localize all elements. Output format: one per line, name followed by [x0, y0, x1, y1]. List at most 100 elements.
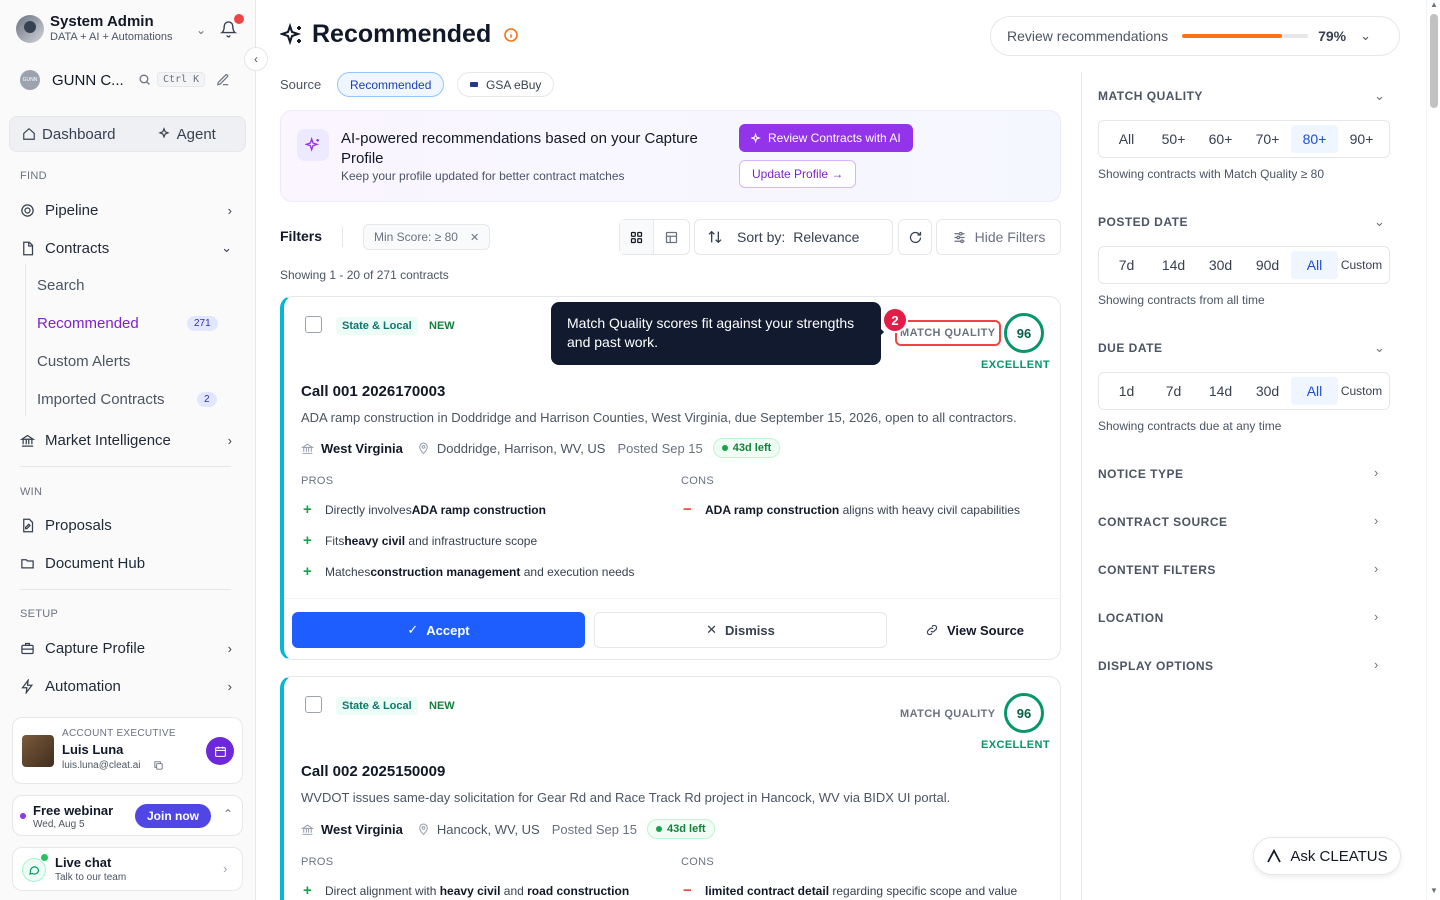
filter-section-notice-type[interactable]: NOTICE TYPE	[1098, 467, 1184, 481]
chevron-right-icon[interactable]: ›	[1374, 513, 1378, 528]
match-quality-option[interactable]: 60+	[1197, 125, 1244, 153]
chevron-up-icon[interactable]: ⌃	[223, 807, 233, 821]
page-title-text: Recommended	[312, 20, 492, 48]
edit-icon[interactable]	[216, 73, 230, 87]
copy-icon[interactable]	[153, 760, 164, 771]
table-view-button[interactable]	[654, 220, 689, 254]
online-status-dot	[40, 853, 49, 862]
scrollbar-thumb[interactable]	[1430, 14, 1438, 108]
folder-icon	[21, 558, 34, 568]
dismiss-button[interactable]: ✕ Dismiss	[594, 612, 887, 648]
org-switcher[interactable]: GUNN GUNN C...	[20, 70, 124, 90]
pro-text: Directly involves	[325, 502, 412, 517]
sidebar-item-label: Market Intelligence	[45, 431, 171, 449]
filter-chip-min-score[interactable]: Min Score: ≥ 80 ✕	[363, 224, 491, 250]
hide-filters-button[interactable]: Hide Filters	[936, 219, 1061, 255]
bell-icon[interactable]	[220, 20, 237, 38]
contract-title[interactable]: Call 002 2025150009	[301, 763, 445, 780]
contract-location: Hancock, WV, US	[436, 821, 540, 837]
due-date-option[interactable]: 30d	[1244, 377, 1291, 405]
contract-card[interactable]: State & Local NEW MATCH QUALITY 96 EXCEL…	[280, 676, 1061, 900]
info-icon[interactable]	[503, 27, 519, 43]
due-date-option[interactable]: 1d	[1103, 377, 1150, 405]
sidebar-item-pipeline[interactable]: Pipeline ›	[20, 198, 236, 222]
collapse-sidebar-chevron-left-icon[interactable]: ‹	[244, 47, 268, 71]
match-quality-option[interactable]: 80+	[1291, 125, 1338, 153]
dismiss-label: Dismiss	[725, 622, 775, 638]
chevron-right-icon[interactable]: ›	[1374, 561, 1378, 576]
join-now-button[interactable]: Join now	[135, 804, 211, 828]
user-menu[interactable]: System Admin DATA + AI + Automations	[16, 14, 173, 43]
sidebar-subitem-recommended[interactable]: Recommended	[37, 315, 139, 332]
schedule-calendar-button[interactable]	[206, 737, 234, 765]
filter-section-content-filters[interactable]: CONTENT FILTERS	[1098, 563, 1216, 577]
user-menu-chevron-down-icon[interactable]: ⌄	[196, 23, 206, 37]
close-icon[interactable]: ✕	[470, 231, 479, 244]
live-chat-card[interactable]: Live chat Talk to our team ›	[12, 847, 243, 891]
tab-dashboard-label: Dashboard	[42, 125, 116, 143]
refresh-button[interactable]	[898, 219, 932, 255]
chevron-down-icon[interactable]: ⌄	[1374, 214, 1385, 230]
tooltip-step-badge[interactable]: 2	[882, 307, 908, 333]
sidebar-item-automation[interactable]: Automation ›	[20, 674, 236, 698]
sidebar-item-capture-profile[interactable]: Capture Profile ›	[20, 636, 236, 660]
review-contracts-ai-button[interactable]: Review Contracts with AI	[739, 124, 913, 152]
sidebar-subitem-imported[interactable]: Imported Contracts	[37, 391, 165, 408]
view-source-button[interactable]: View Source	[896, 612, 1053, 648]
match-quality-option[interactable]: All	[1103, 125, 1150, 153]
due-date-option[interactable]: 7d	[1150, 377, 1197, 405]
scroll-up-arrow-icon[interactable]: ▲	[1430, 0, 1438, 9]
tab-dashboard[interactable]: Dashboard	[10, 117, 128, 151]
accept-button[interactable]: ✓ Accept	[292, 612, 585, 648]
sidebar-subitem-custom-alerts[interactable]: Custom Alerts	[37, 353, 130, 370]
due-date-option[interactable]: All	[1291, 377, 1338, 405]
sliders-icon	[954, 231, 965, 243]
review-recommendations-progress[interactable]: Review recommendations 79% ⌄	[990, 16, 1400, 56]
match-quality-option[interactable]: 70+	[1244, 125, 1291, 153]
ask-cleatus-button[interactable]: Ask CLEATUS	[1253, 837, 1401, 875]
chevron-right-icon[interactable]: ›	[1374, 609, 1378, 624]
due-date-option[interactable]: Custom	[1338, 377, 1385, 405]
source-chip-recommended[interactable]: Recommended	[337, 72, 445, 97]
source-chip-gsa-ebuy[interactable]: GSA eBuy	[457, 72, 555, 97]
posted-date-option[interactable]: 30d	[1197, 251, 1244, 279]
sidebar-item-contracts[interactable]: Contracts ⌄	[20, 236, 236, 260]
posted-date-option[interactable]: All	[1291, 251, 1338, 279]
sidebar-item-market-intelligence[interactable]: Market Intelligence ›	[20, 428, 236, 452]
scrollbar[interactable]: ▲ ▼	[1426, 0, 1440, 900]
select-checkbox[interactable]	[305, 696, 322, 713]
section-find: FIND	[20, 170, 47, 182]
match-quality-option[interactable]: 50+	[1150, 125, 1197, 153]
due-date-heading[interactable]: DUE DATE	[1098, 341, 1162, 355]
days-left-badge: 43d left	[712, 438, 781, 458]
posted-date-option[interactable]: 90d	[1244, 251, 1291, 279]
chevron-down-icon[interactable]: ⌄	[1374, 340, 1385, 356]
gsa-flag-icon	[470, 82, 478, 87]
select-checkbox[interactable]	[305, 316, 322, 333]
chevron-right-icon: ›	[227, 678, 232, 694]
filter-section-location[interactable]: LOCATION	[1098, 611, 1164, 625]
sidebar-item-proposals[interactable]: Proposals	[20, 513, 236, 537]
filter-section-display-options[interactable]: DISPLAY OPTIONS	[1098, 659, 1214, 673]
sidebar-subitem-search[interactable]: Search	[37, 277, 85, 294]
chevron-down-icon[interactable]: ⌄	[1374, 88, 1385, 104]
posted-date-option[interactable]: Custom	[1338, 251, 1385, 279]
sidebar-item-document-hub[interactable]: Document Hub	[20, 551, 236, 575]
match-quality-heading[interactable]: MATCH QUALITY	[1098, 89, 1203, 103]
contract-posted: Posted Sep 15	[617, 440, 703, 456]
posted-date-heading[interactable]: POSTED DATE	[1098, 215, 1188, 229]
filter-section-contract-source[interactable]: CONTRACT SOURCE	[1098, 515, 1228, 529]
search-icon[interactable]	[138, 73, 151, 86]
contract-title[interactable]: Call 001 2026170003	[301, 383, 445, 400]
update-profile-button[interactable]: Update Profile →	[739, 160, 857, 188]
chevron-right-icon[interactable]: ›	[1374, 657, 1378, 672]
posted-date-option[interactable]: 14d	[1150, 251, 1197, 279]
sort-dropdown[interactable]: Sort by: Relevance	[694, 219, 893, 255]
grid-view-button[interactable]	[620, 220, 654, 254]
chevron-right-icon[interactable]: ›	[1374, 465, 1378, 480]
due-date-option[interactable]: 14d	[1197, 377, 1244, 405]
scroll-down-arrow-icon[interactable]: ▼	[1430, 886, 1438, 895]
tab-agent[interactable]: Agent	[128, 117, 246, 151]
posted-date-option[interactable]: 7d	[1103, 251, 1150, 279]
match-quality-option[interactable]: 90+	[1338, 125, 1385, 153]
